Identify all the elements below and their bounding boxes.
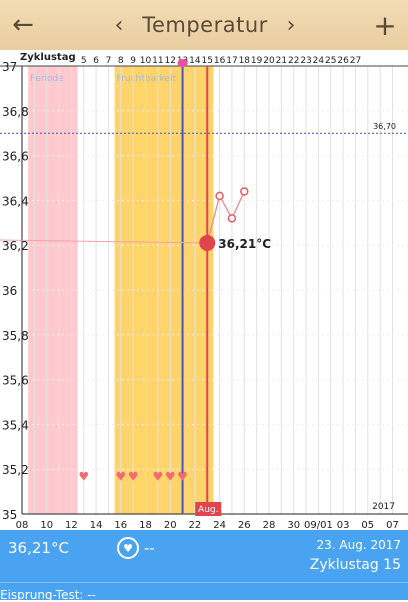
- band-label: Fruchtbarkeit: [117, 74, 177, 84]
- y-tick-label: 35,4: [2, 418, 29, 432]
- x-tick-label: 10: [40, 520, 53, 530]
- y-tick-label: 35,8: [2, 329, 29, 343]
- x-tick-label: 26: [238, 520, 251, 530]
- cycle-day-number: 7: [106, 56, 112, 66]
- x-tick-label: 28: [263, 520, 276, 530]
- cycle-day-number: 5: [81, 56, 87, 66]
- temperature-point: [240, 187, 249, 196]
- cycle-day-number: 9: [130, 56, 136, 66]
- heart-marker: ♥: [152, 469, 163, 483]
- x-tick-label: 03: [337, 520, 350, 530]
- heart-marker: ♥: [165, 469, 176, 483]
- cycle-day-number: 25: [325, 56, 336, 66]
- x-tick-label: 12: [65, 520, 78, 530]
- y-tick-label: 36,2: [2, 239, 29, 253]
- current-point-label: 36,21°C: [218, 237, 271, 251]
- chart-svg: PeriodeFruchtbarkeit3736,836,636,436,236…: [0, 56, 408, 531]
- chevron-right-icon[interactable]: ›: [282, 13, 300, 38]
- title-navigation: ‹ Temperatur ›: [110, 0, 300, 50]
- bottom-panel: 36,21°C ♥ -- 23. Aug. 2017 Zyklustag 15 …: [0, 530, 408, 602]
- x-tick-label: 14: [90, 520, 103, 530]
- chevron-left-icon[interactable]: ‹: [110, 13, 128, 38]
- x-tick-label: 30: [287, 520, 300, 530]
- y-tick-label: 36,4: [2, 194, 29, 208]
- x-tick-label: 16: [114, 520, 127, 530]
- heart-marker: ♥: [115, 469, 126, 483]
- y-tick-label: 37: [2, 60, 17, 74]
- cycle-day-number: 11: [152, 56, 163, 66]
- plus-icon[interactable]: +: [368, 0, 402, 50]
- cycle-day-number: 22: [288, 56, 299, 66]
- x-tick-label: 08: [16, 520, 29, 530]
- reference-label: 36,70: [373, 122, 396, 131]
- y-tick-label: 35,2: [2, 463, 29, 477]
- cycle-day-number: 6: [93, 56, 99, 66]
- x-tick-label: 24: [213, 520, 226, 530]
- cycle-day-number: 23: [300, 56, 311, 66]
- cycle-day-number: 24: [313, 56, 325, 66]
- page-title: Temperatur: [142, 13, 268, 37]
- y-tick-label: 36,8: [2, 105, 29, 119]
- divider: [0, 582, 408, 583]
- cycle-day-number: 12: [164, 56, 175, 66]
- cycle-day-number: 27: [350, 56, 361, 66]
- cycle-day-number: 14: [189, 56, 201, 66]
- cycle-day-number: 18: [239, 56, 251, 66]
- x-tick-label: 07: [386, 520, 399, 530]
- heart-marker: ♥: [78, 469, 89, 483]
- y-tick-label: 36,6: [2, 150, 29, 164]
- cycle-day-number: 8: [118, 56, 124, 66]
- heart-marker: ♥: [128, 469, 139, 483]
- cycle-day-number: 19: [251, 56, 263, 66]
- y-tick-label: 36: [2, 284, 17, 298]
- cycle-day-number: 15: [202, 56, 213, 66]
- cycle-day-number: 16: [214, 56, 226, 66]
- temperature-point: [227, 214, 237, 223]
- x-tick-label: 05: [361, 520, 374, 530]
- heart-marker: ♥: [177, 469, 188, 483]
- current-temperature: 36,21°C: [8, 539, 69, 557]
- current-cycle-day: Zyklustag 15: [309, 557, 401, 573]
- today-label: Aug.: [198, 505, 218, 515]
- x-tick-label: 18: [139, 520, 152, 530]
- y-tick-label: 35,6: [2, 374, 29, 388]
- temperature-chart[interactable]: PeriodeFruchtbarkeit3736,836,636,436,236…: [0, 50, 408, 531]
- heart-icon[interactable]: ♥: [117, 537, 139, 559]
- cycle-day-number: 26: [337, 56, 349, 66]
- cycle-day-number: 20: [263, 56, 275, 66]
- ovulation-dot: [177, 59, 188, 67]
- back-arrow-icon[interactable]: ←: [6, 0, 40, 50]
- temperature-point: [215, 191, 224, 201]
- cycle-day-number: 21: [276, 56, 287, 66]
- x-tick-label: 20: [164, 520, 177, 530]
- x-tick-label: 09/01: [304, 520, 333, 530]
- heart-value: --: [144, 539, 155, 557]
- current-date: 23. Aug. 2017: [316, 538, 402, 552]
- x-tick-label: 22: [189, 520, 202, 530]
- current-point: [199, 234, 216, 251]
- top-bar: ← ‹ Temperatur › +: [0, 0, 408, 51]
- cycle-day-number: 10: [140, 56, 152, 66]
- cycle-day-label: Zyklustag: [20, 52, 76, 63]
- year-label: 2017: [372, 502, 395, 512]
- cycle-day-number: 17: [226, 56, 237, 66]
